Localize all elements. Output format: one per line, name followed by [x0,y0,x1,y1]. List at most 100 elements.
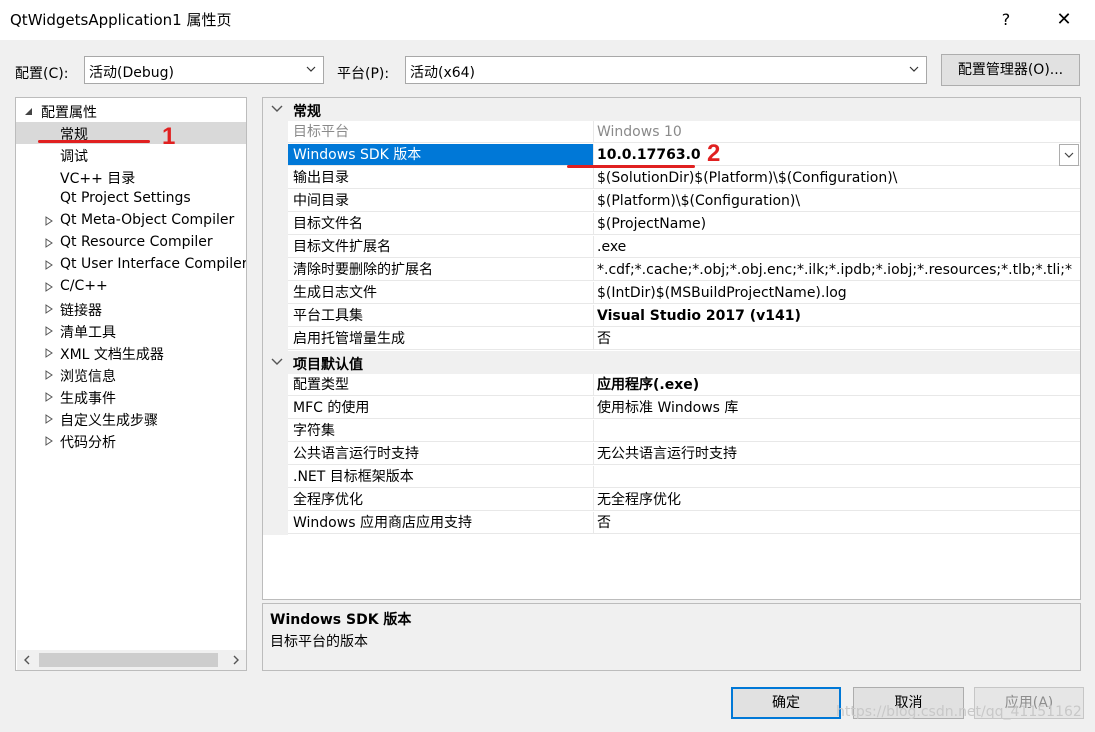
row-gutter [263,420,288,443]
tree-item[interactable]: VC++ 目录 [16,166,246,188]
window-title: QtWidgetsApplication1 属性页 [10,11,232,29]
property-row[interactable]: 平台工具集 Visual Studio 2017 (v141) [263,305,1080,328]
property-name[interactable]: 目标平台 [288,121,593,143]
property-name[interactable]: 字符集 [288,420,593,442]
tree-item[interactable]: Qt User Interface Compiler [16,254,246,276]
tree-hscrollbar[interactable] [17,650,246,670]
property-row[interactable]: MFC 的使用 使用标准 Windows 库 [263,397,1080,420]
tree-item[interactable]: Qt Project Settings [16,188,246,210]
chevron-down-icon[interactable] [271,104,283,114]
scroll-right-icon[interactable] [231,654,241,666]
collapsed-triangle-icon[interactable] [44,303,54,315]
property-row[interactable]: 全程序优化 无全程序优化 [263,489,1080,512]
property-value[interactable]: $(IntDir)$(MSBuildProjectName).log [593,282,1080,304]
tree-item[interactable]: 清单工具 [16,320,246,342]
tree-item[interactable]: 自定义生成步骤 [16,408,246,430]
property-value[interactable]: Windows 10 [593,121,1080,143]
property-name[interactable]: 启用托管增量生成 [288,328,593,350]
property-value[interactable]: 无公共语言运行时支持 [593,443,1080,465]
help-button[interactable]: ? [992,6,1020,34]
property-row[interactable]: 目标文件扩展名 .exe [263,236,1080,259]
property-grid[interactable]: 常规 目标平台 Windows 10 Windows SDK 版本 10.0.17763… [262,97,1081,600]
property-value[interactable]: .exe [593,236,1080,258]
category-label: 常规 [293,104,321,120]
value-dropdown-button[interactable] [1059,144,1079,166]
collapsed-triangle-icon[interactable] [44,325,54,337]
close-button[interactable]: ✕ [1049,6,1079,34]
tree-item[interactable]: 生成事件 [16,386,246,408]
property-row[interactable]: 配置类型 应用程序(.exe) [263,374,1080,397]
property-name[interactable]: 清除时要删除的扩展名 [288,259,593,281]
property-value[interactable]: $(SolutionDir)$(Platform)\$(Configuratio… [593,167,1080,189]
property-name[interactable]: 公共语言运行时支持 [288,443,593,465]
property-name[interactable]: 全程序优化 [288,489,593,511]
property-value[interactable]: 10.0.17763.0 [593,144,1080,166]
collapsed-triangle-icon[interactable] [44,281,54,293]
property-name[interactable]: .NET 目标框架版本 [288,466,593,488]
property-row[interactable]: 字符集 [263,420,1080,443]
property-row[interactable]: 启用托管增量生成否 [263,328,1080,351]
platform-select[interactable]: 活动(x64) [405,56,927,84]
collapsed-triangle-icon[interactable] [44,413,54,425]
property-name[interactable]: 目标文件名 [288,213,593,235]
collapsed-triangle-icon[interactable] [44,435,54,447]
tree-item[interactable]: Qt Resource Compiler [16,232,246,254]
property-row[interactable]: Windows SDK 版本 10.0.17763.0 [263,144,1080,167]
property-value[interactable] [593,466,1080,488]
tree-item[interactable]: 代码分析 [16,430,246,452]
config-manager-button[interactable]: 配置管理器(O)... [941,54,1080,86]
config-select[interactable]: 活动(Debug) [84,56,324,84]
property-value[interactable] [593,420,1080,442]
collapsed-triangle-icon[interactable] [44,215,54,227]
property-row[interactable]: .NET 目标框架版本 [263,466,1080,489]
property-value[interactable]: 无全程序优化 [593,489,1080,511]
property-value[interactable]: $(ProjectName) [593,213,1080,235]
property-value[interactable]: 否 [593,512,1080,534]
property-value[interactable]: $(Platform)\$(Configuration)\ [593,190,1080,212]
collapsed-triangle-icon[interactable] [44,369,54,381]
property-name[interactable]: 目标文件扩展名 [288,236,593,258]
property-row[interactable]: 清除时要删除的扩展名 *.cdf;*.cache;*.obj;*.obj.enc;… [263,259,1080,282]
tree-item[interactable]: XML 文档生成器 [16,342,246,364]
property-value[interactable]: 使用标准 Windows 库 [593,397,1080,419]
property-row[interactable]: 中间目录 $(Platform)\$(Configuration)\ [263,190,1080,213]
property-row[interactable]: 输出目录 $(SolutionDir)$(Platform)\$(Configur… [263,167,1080,190]
collapsed-triangle-icon[interactable] [44,237,54,249]
chevron-down-icon[interactable] [271,357,283,367]
property-name[interactable]: 生成日志文件 [288,282,593,304]
config-tree[interactable]: 配置属性 常规 调试 VC++ 目录 Qt Project Settings Qt Me… [15,97,247,671]
property-value[interactable]: 否 [593,328,1080,350]
scroll-left-icon[interactable] [22,654,32,666]
property-value[interactable]: 应用程序(.exe) [593,374,1080,396]
scroll-thumb[interactable] [39,653,218,667]
property-value[interactable]: *.cdf;*.cache;*.obj;*.obj.enc;*.ilk;*.ip… [593,259,1080,281]
property-name[interactable]: MFC 的使用 [288,397,593,419]
property-value[interactable]: Visual Studio 2017 (v141) [593,305,1080,327]
tree-item-label: Qt Project Settings [60,190,191,206]
tree-item[interactable]: 链接器 [16,298,246,320]
property-row[interactable]: 生成日志文件 $(IntDir)$(MSBuildProjectName).log [263,282,1080,305]
tree-item[interactable]: 调试 [16,144,246,166]
tree-item[interactable]: Qt Meta-Object Compiler [16,210,246,232]
tree-root[interactable]: 配置属性 [16,100,246,122]
property-name[interactable]: Windows SDK 版本 [288,144,593,166]
tree-item[interactable]: C/C++ [16,276,246,298]
property-name[interactable]: 输出目录 [288,167,593,189]
property-name[interactable]: Windows 应用商店应用支持 [288,512,593,534]
ok-button[interactable]: 确定 [731,687,841,719]
property-row[interactable]: Windows 应用商店应用支持否 [263,512,1080,535]
category-header[interactable]: 项目默认值 [263,351,1080,374]
collapsed-triangle-icon[interactable] [44,259,54,271]
property-name[interactable]: 平台工具集 [288,305,593,327]
tree-item-label: C/C++ [60,278,108,294]
property-row[interactable]: 目标平台 Windows 10 [263,121,1080,144]
property-name[interactable]: 配置类型 [288,374,593,396]
property-row[interactable]: 公共语言运行时支持 无公共语言运行时支持 [263,443,1080,466]
collapsed-triangle-icon[interactable] [44,391,54,403]
platform-label: 平台(P): [337,66,390,82]
collapsed-triangle-icon[interactable] [44,347,54,359]
property-name[interactable]: 中间目录 [288,190,593,212]
category-header[interactable]: 常规 [263,98,1080,121]
tree-item[interactable]: 浏览信息 [16,364,246,386]
property-row[interactable]: 目标文件名 $(ProjectName) [263,213,1080,236]
